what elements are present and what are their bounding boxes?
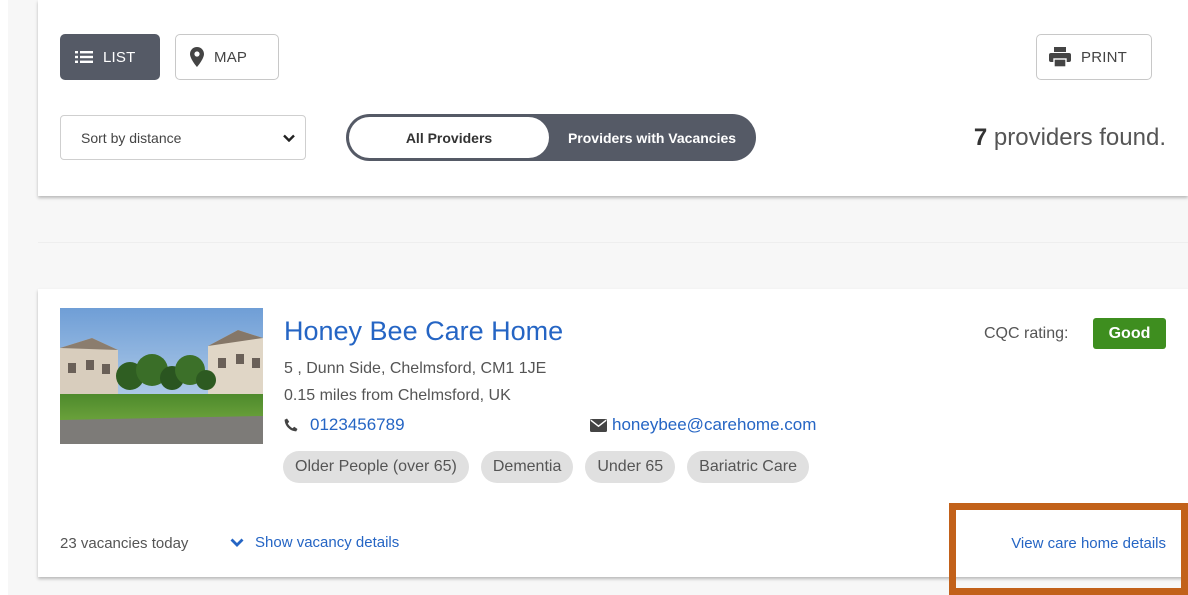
map-pin-icon [190, 47, 204, 67]
map-view-label: MAP [214, 48, 248, 66]
page-edge [0, 0, 8, 595]
results-count: 7 providers found. [974, 124, 1166, 152]
list-view-button[interactable]: LIST [60, 34, 160, 80]
provider-address: 5 , Dunn Side, Chelmsford, CM1 1JE [284, 360, 547, 377]
cqc-rating-label: CQC rating: [984, 325, 1069, 342]
care-tag: Under 65 [585, 451, 676, 483]
phone-icon [284, 418, 298, 432]
print-label: PRINT [1081, 48, 1127, 66]
toggle-all-providers[interactable]: All Providers [349, 117, 549, 158]
provider-card: Honey Bee Care Home 5 , Dunn Side, Chelm… [38, 289, 1188, 577]
list-view-label: LIST [103, 48, 136, 66]
chevron-down-icon [230, 538, 244, 547]
view-care-home-details-link[interactable]: View care home details [1011, 535, 1166, 552]
show-vacancy-details-label: Show vacancy details [255, 534, 400, 551]
chevron-down-icon [283, 134, 295, 142]
cqc-rating-badge: Good [1093, 318, 1166, 349]
provider-distance: 0.15 miles from Chelmsford, UK [284, 387, 511, 404]
sort-select[interactable]: Sort by distance [60, 115, 306, 160]
list-icon [75, 51, 93, 63]
email-link[interactable]: honeybee@carehome.com [590, 415, 816, 435]
sort-selected-value: Sort by distance [81, 129, 182, 146]
provider-filter-toggle: All Providers Providers with Vacancies [346, 114, 756, 161]
phone-number: 0123456789 [310, 415, 405, 434]
results-number: 7 [973, 124, 988, 151]
show-vacancy-details-link[interactable]: Show vacancy details [230, 534, 399, 551]
vacancy-count: 23 vacancies today [60, 535, 189, 552]
care-tag: Bariatric Care [687, 451, 809, 483]
care-tag: Dementia [480, 451, 574, 483]
print-button[interactable]: PRINT [1036, 34, 1152, 80]
toggle-providers-with-vacancies[interactable]: Providers with Vacancies [552, 117, 752, 158]
printer-icon [1049, 47, 1071, 67]
map-view-button[interactable]: MAP [175, 34, 279, 80]
provider-name-link[interactable]: Honey Bee Care Home [284, 316, 563, 347]
results-suffix: providers found. [987, 124, 1166, 151]
phone-link[interactable]: 0123456789 [284, 415, 405, 435]
section-divider [38, 242, 1188, 243]
care-tag: Older People (over 65) [283, 451, 469, 483]
email-address: honeybee@carehome.com [612, 415, 817, 434]
care-home-image [60, 308, 263, 444]
envelope-icon [590, 418, 607, 432]
care-type-tags: Older People (over 65) Dementia Under 65… [283, 451, 809, 483]
filter-panel: LIST MAP PRINT Sort by distance All Prov… [38, 0, 1188, 196]
provider-photo [60, 308, 263, 444]
